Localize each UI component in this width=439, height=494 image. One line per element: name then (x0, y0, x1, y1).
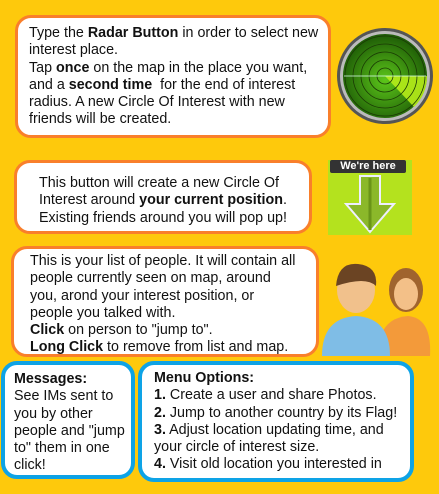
text-line: This is your list of people. It will con… (30, 253, 296, 269)
text-line: people you talked with. (30, 304, 176, 321)
text-line: people currently seen on map, around (30, 270, 271, 287)
text: Interest around (39, 192, 140, 209)
text: to remove from list and map. (103, 339, 289, 356)
item-text: Jump to another country by its Flag! (165, 404, 398, 421)
bold-text: Long Click (30, 339, 104, 356)
item-number: 1. (154, 387, 166, 404)
menu-option-item: 4. Visit old location you interested in (154, 456, 410, 473)
people-list-help-box: This is your list of people. It will con… (11, 246, 319, 357)
we-are-here-label: We're here (330, 160, 406, 173)
text: . (282, 192, 287, 209)
text: in order to select new (178, 25, 319, 41)
text-line: Long Click to remove from list and map. (30, 339, 316, 356)
item-number: 4. (154, 456, 166, 473)
item-number: 3. (154, 421, 166, 438)
menu-options-title: Menu Options: (154, 370, 255, 386)
bold-text: your current position (139, 192, 283, 209)
bold-text: Click (30, 322, 65, 339)
text-line: you by other (14, 405, 93, 422)
messages-title: Messages: (14, 371, 88, 387)
bold-text: second time (68, 76, 153, 93)
down-arrow-icon (343, 175, 397, 234)
people-icon (322, 263, 431, 356)
text: on person to "jump to". (64, 322, 213, 339)
we-are-here-button-image: We're here (328, 160, 412, 235)
messages-help-box: Messages: See IMs sent to you by other p… (1, 361, 135, 479)
item-text: Adjust location updating time, and (165, 421, 384, 438)
text-line: This button will create a new Circle Of (39, 175, 279, 191)
menu-options-help-box: Menu Options: 1. Create a user and share… (138, 361, 414, 482)
text-line: and a second time for the end of interes… (29, 77, 328, 94)
text: on the map in the place you want, (89, 59, 308, 76)
bold-text: Radar Button (87, 25, 179, 41)
text-line: interest place. (29, 42, 119, 59)
menu-option-item: 1. Create a user and share Photos. (154, 387, 410, 404)
text-line: friends will be created. (29, 111, 172, 128)
text: and a (29, 76, 69, 93)
text: Tap (29, 59, 57, 76)
text-line: Click on person to "jump to". (30, 322, 316, 339)
current-position-help-box: This button will create a new Circle Of … (14, 160, 312, 234)
text: Type the (29, 25, 88, 41)
text-line: Interest around your current position. (39, 192, 309, 209)
text-line: people and "jump (14, 422, 125, 439)
radar-icon (337, 28, 433, 124)
item-text: Visit old location you interested in (165, 456, 382, 473)
item-number: 2. (154, 404, 166, 421)
text-line: you, arond your interest position, or (30, 287, 255, 304)
menu-option-item: 2. Jump to another country by its Flag! (154, 405, 410, 422)
text-line: radius. A new Circle Of Interest with ne… (29, 94, 285, 111)
menu-option-item: 3. Adjust location updating time, and (154, 422, 410, 439)
text-line: Existing friends around you will pop up! (39, 209, 287, 226)
text-line: Tap once on the map in the place you wan… (29, 60, 328, 77)
menu-option-item: your circle of interest size. (154, 439, 410, 456)
text-line: Type the Radar Button in order to select… (29, 25, 328, 42)
text: for the end of interest (152, 76, 296, 93)
radar-help-box: Type the Radar Button in order to select… (15, 15, 331, 138)
item-text: Create a user and share Photos. (165, 387, 377, 404)
text-line: See IMs sent to (14, 388, 114, 405)
bold-text: once (56, 59, 90, 76)
item-text: your circle of interest size. (154, 439, 320, 456)
text-line: to" them in one (14, 440, 110, 457)
text-line: click! (14, 457, 46, 474)
